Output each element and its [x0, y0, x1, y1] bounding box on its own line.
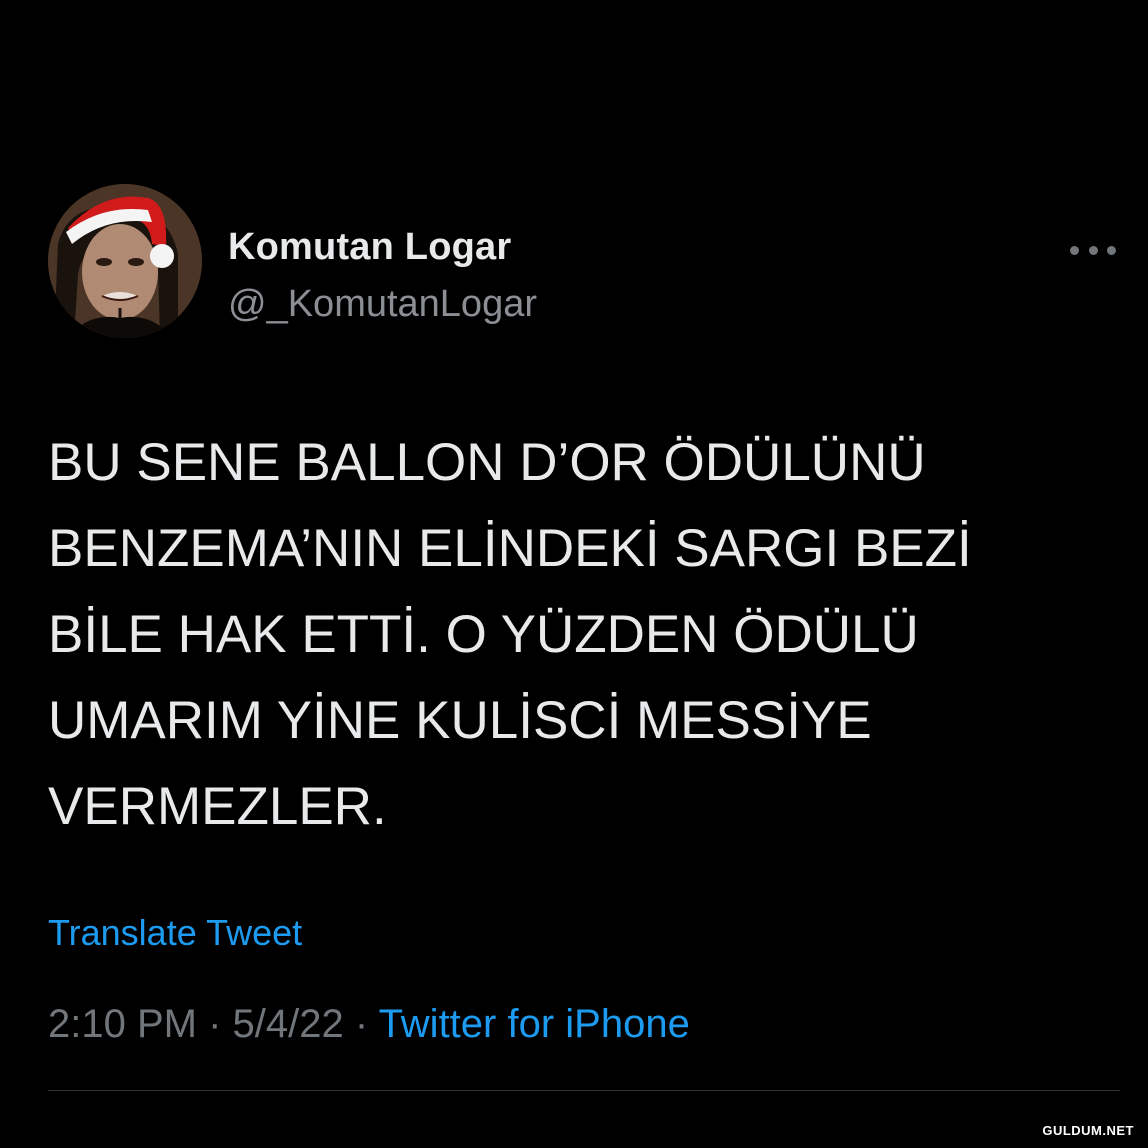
tweet-time[interactable]: 2:10 PM: [48, 1002, 197, 1046]
avatar[interactable]: [48, 184, 202, 338]
tweet-date[interactable]: 5/4/22: [233, 1002, 344, 1046]
meta-separator: ·: [196, 1002, 233, 1046]
tweet-text-line: BU SENE BALLON D’OR ÖDÜLÜNÜ: [48, 433, 926, 492]
tweet-text-line: BENZEMA’NIN ELİNDEKİ SARGI BEZİ: [48, 519, 972, 578]
ellipsis-icon: [1088, 245, 1098, 255]
tweet-text-line: BİLE HAK ETTİ. O YÜZDEN ÖDÜLÜ: [48, 605, 919, 664]
ellipsis-icon: [1070, 245, 1079, 255]
more-options-button[interactable]: [1070, 236, 1116, 264]
translate-tweet-link[interactable]: Translate Tweet: [48, 912, 302, 954]
divider: [48, 1090, 1120, 1091]
tweet-text-line: UMARIM YİNE KULİSCİ MESSİYE: [48, 691, 872, 750]
meta-separator: ·: [343, 1002, 379, 1046]
profile-photo-icon: [48, 184, 202, 338]
user-handle[interactable]: @_KomutanLogar: [228, 283, 537, 326]
watermark: GULDUM.NET: [1042, 1123, 1134, 1138]
tweet-text: BU SENE BALLON D’OR ÖDÜLÜNÜ BENZEMA’NIN …: [48, 420, 1118, 850]
display-name[interactable]: Komutan Logar: [228, 226, 511, 269]
ellipsis-icon: [1107, 245, 1116, 255]
tweet-text-line: VERMEZLER.: [48, 777, 387, 836]
tweet-source-link[interactable]: Twitter for iPhone: [379, 1002, 690, 1046]
tweet-metadata: 2:10 PM · 5/4/22 · Twitter for iPhone: [48, 1002, 690, 1047]
